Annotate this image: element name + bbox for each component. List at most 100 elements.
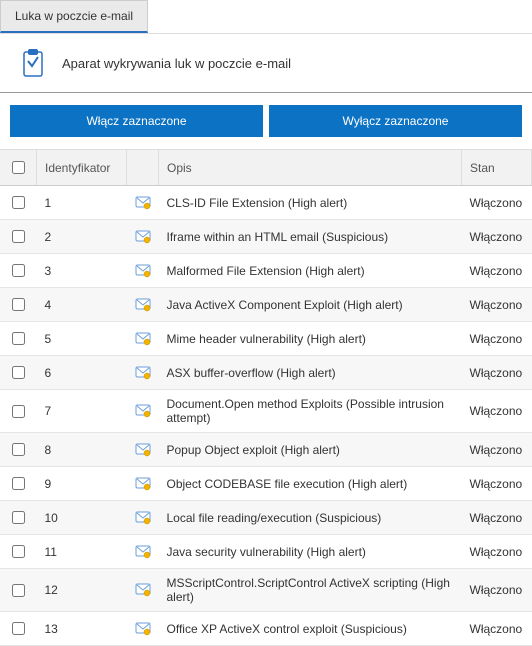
column-header-status[interactable]: Stan (462, 150, 532, 186)
row-checkbox[interactable] (12, 264, 25, 277)
mail-search-icon (135, 583, 151, 597)
row-checkbox[interactable] (12, 332, 25, 345)
row-id: 8 (37, 433, 127, 467)
row-id: 10 (37, 501, 127, 535)
row-checkbox[interactable] (12, 584, 25, 597)
row-checkbox-cell (0, 612, 37, 646)
row-status: Włączono (462, 612, 532, 646)
table-row[interactable]: 7Document.Open method Exploits (Possible… (0, 390, 532, 433)
mail-search-icon (135, 404, 151, 418)
row-id: 12 (37, 569, 127, 612)
mail-search-icon (135, 263, 151, 277)
row-checkbox[interactable] (12, 511, 25, 524)
row-description: Object CODEBASE file execution (High ale… (159, 467, 462, 501)
row-checkbox-cell (0, 390, 37, 433)
row-icon-cell (127, 501, 159, 535)
column-header-icon (127, 150, 159, 186)
column-header-checkbox (0, 150, 37, 186)
table-row[interactable]: 13 Office XP ActiveX control exploit (Sus… (0, 612, 532, 646)
table-row[interactable]: 11Java security vulnerability (High aler… (0, 535, 532, 569)
select-all-checkbox[interactable] (12, 161, 25, 174)
row-checkbox-cell (0, 288, 37, 322)
table-row[interactable]: 9 Object CODEBASE file execution (High al… (0, 467, 532, 501)
tab-label: Luka w poczcie e-mail (15, 9, 133, 23)
table-row[interactable]: 3Malformed File Extension (High alert)Wł… (0, 254, 532, 288)
mail-search-icon (135, 365, 151, 379)
enable-selected-button[interactable]: Włącz zaznaczone (10, 105, 263, 137)
row-checkbox-cell (0, 569, 37, 612)
tab-bar: Luka w poczcie e-mail (0, 0, 532, 33)
row-icon-cell (127, 535, 159, 569)
row-checkbox-cell (0, 467, 37, 501)
row-checkbox-cell (0, 186, 37, 220)
mail-search-icon (135, 510, 151, 524)
row-id: 11 (37, 535, 127, 569)
row-description: MSScriptControl.ScriptControl ActiveX sc… (159, 569, 462, 612)
table-row[interactable]: 2Iframe within an HTML email (Suspicious… (0, 220, 532, 254)
table-row[interactable]: 8Popup Object exploit (High alert)Włączo… (0, 433, 532, 467)
table-row[interactable]: 12 MSScriptControl.ScriptControl ActiveX … (0, 569, 532, 612)
clipboard-icon (20, 48, 46, 78)
row-checkbox[interactable] (12, 298, 25, 311)
mail-search-icon (135, 544, 151, 558)
row-id: 4 (37, 288, 127, 322)
row-checkbox[interactable] (12, 443, 25, 456)
table-row[interactable]: 4Java ActiveX Component Exploit (High al… (0, 288, 532, 322)
vulnerability-table: Identyfikator Opis Stan 1CLS-ID File Ext… (0, 150, 532, 646)
row-checkbox-cell (0, 322, 37, 356)
row-icon-cell (127, 254, 159, 288)
row-icon-cell (127, 322, 159, 356)
row-id: 6 (37, 356, 127, 390)
mail-search-icon (135, 195, 151, 209)
row-status: Włączono (462, 390, 532, 433)
row-description: Mime header vulnerability (High alert) (159, 322, 462, 356)
column-header-id[interactable]: Identyfikator (37, 150, 127, 186)
row-icon-cell (127, 220, 159, 254)
row-checkbox[interactable] (12, 477, 25, 490)
row-checkbox-cell (0, 501, 37, 535)
row-description: Popup Object exploit (High alert) (159, 433, 462, 467)
row-description: ASX buffer-overflow (High alert) (159, 356, 462, 390)
row-id: 1 (37, 186, 127, 220)
row-checkbox[interactable] (12, 196, 25, 209)
row-status: Włączono (462, 535, 532, 569)
row-status: Włączono (462, 322, 532, 356)
row-icon-cell (127, 186, 159, 220)
table-row[interactable]: 6 ASX buffer-overflow (High alert)Włączon… (0, 356, 532, 390)
tab-email-gap[interactable]: Luka w poczcie e-mail (0, 0, 148, 33)
table-row[interactable]: 5Mime header vulnerability (High alert)W… (0, 322, 532, 356)
row-icon-cell (127, 612, 159, 646)
row-status: Włączono (462, 288, 532, 322)
row-icon-cell (127, 390, 159, 433)
row-status: Włączono (462, 356, 532, 390)
row-description: Local file reading/execution (Suspicious… (159, 501, 462, 535)
row-icon-cell (127, 569, 159, 612)
action-button-row: Włącz zaznaczone Wyłącz zaznaczone (0, 93, 532, 150)
mail-search-icon (135, 442, 151, 456)
mail-search-icon (135, 297, 151, 311)
row-description: Office XP ActiveX control exploit (Suspi… (159, 612, 462, 646)
row-status: Włączono (462, 467, 532, 501)
mail-search-icon (135, 621, 151, 635)
page-title: Aparat wykrywania luk w poczcie e-mail (62, 56, 291, 71)
row-checkbox[interactable] (12, 405, 25, 418)
mail-search-icon (135, 229, 151, 243)
row-id: 9 (37, 467, 127, 501)
row-id: 7 (37, 390, 127, 433)
row-checkbox-cell (0, 433, 37, 467)
row-checkbox[interactable] (12, 622, 25, 635)
row-icon-cell (127, 288, 159, 322)
row-checkbox[interactable] (12, 366, 25, 379)
row-checkbox[interactable] (12, 545, 25, 558)
disable-selected-button[interactable]: Wyłącz zaznaczone (269, 105, 522, 137)
table-row[interactable]: 10 Local file reading/execution (Suspicio… (0, 501, 532, 535)
row-checkbox-cell (0, 356, 37, 390)
row-description: Iframe within an HTML email (Suspicious) (159, 220, 462, 254)
row-checkbox[interactable] (12, 230, 25, 243)
row-icon-cell (127, 356, 159, 390)
table-row[interactable]: 1CLS-ID File Extension (High alert)Włącz… (0, 186, 532, 220)
column-header-desc[interactable]: Opis (159, 150, 462, 186)
row-icon-cell (127, 433, 159, 467)
row-id: 13 (37, 612, 127, 646)
row-status: Włączono (462, 254, 532, 288)
